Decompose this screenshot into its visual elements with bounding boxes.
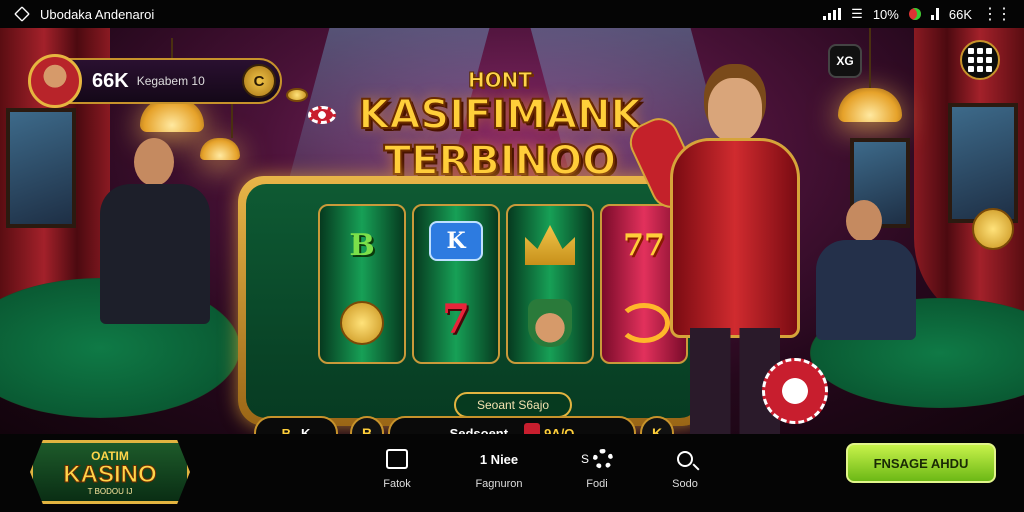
auto-spin-label: K [651, 425, 663, 434]
symbol-k: K [429, 221, 483, 261]
cell-icon [930, 8, 939, 20]
gold-coin-icon [286, 88, 308, 102]
share-label: XG [836, 54, 854, 68]
notification-dot-icon [908, 8, 921, 20]
character-face-icon [528, 299, 572, 347]
battery-text: 10% [872, 6, 899, 22]
wall-screen [6, 108, 76, 228]
reel-3[interactable] [506, 204, 594, 364]
player-name: Kegabem 10 [136, 74, 205, 88]
player-coins: 66K [92, 69, 129, 92]
chandelier-lamp [838, 28, 902, 122]
status-app-name: Ubodaka Andenaroi [40, 6, 155, 22]
photo-icon [386, 449, 408, 469]
nav-item-search[interactable]: Sodo [640, 446, 730, 490]
nav-label-search: Sodo [672, 478, 698, 490]
bet-plus-label: B [361, 425, 373, 434]
player-figure [812, 200, 922, 340]
app-icon [14, 6, 30, 22]
coin-shop-label: C [253, 72, 265, 90]
balance-bar: Sedsoent 9A/O [388, 416, 636, 434]
symbol-seven: 7 [442, 295, 470, 343]
play-now-button[interactable]: FNSAGE AHDU [846, 443, 996, 483]
nav-label-settings: Fodi [586, 478, 608, 490]
logo-line-2: KASINO [63, 461, 157, 488]
bet-value: K [301, 425, 311, 435]
gold-coin-icon [972, 208, 1014, 250]
logo-line-3: T BODOU IJ [87, 487, 133, 496]
reel-1[interactable]: B [318, 204, 406, 364]
select-label: Seoant S6ajo [476, 398, 550, 412]
select-tag[interactable]: Seoant S6ajo [454, 392, 572, 418]
game-title: HONT KASIFIMANK TERBINOO [340, 68, 660, 186]
title-line-1: KASIFIMANK [357, 91, 642, 139]
nav-item-settings[interactable]: S Fodi [552, 446, 642, 490]
dealer-figure [90, 138, 230, 338]
reel-2[interactable]: K 7 [412, 204, 500, 364]
symbol-b: B [349, 227, 375, 263]
status-bar: Ubodaka Andenaroi ☰ 10% 66K ⋮⋮ [0, 0, 1024, 28]
reels[interactable]: B K 7 77 [318, 204, 688, 364]
search-icon [677, 451, 693, 467]
player-badge[interactable]: 66K Kegabem 10 C [28, 54, 282, 108]
bet-control[interactable]: B K [254, 416, 338, 434]
wall-screen [948, 103, 1018, 223]
menu-grid-button[interactable] [960, 40, 1000, 80]
wifi-icon: ☰ [851, 6, 863, 21]
game-scene: 66K Kegabem 10 C XG HONT KASIFIMANK TERB… [0, 28, 1024, 434]
ticket-icon [524, 423, 541, 434]
avatar[interactable] [28, 54, 82, 108]
status-coins: 66K [948, 6, 972, 22]
coin-stack-icon [340, 301, 384, 345]
casino-logo[interactable]: OATIM KASINO T BODOU IJ [30, 440, 190, 504]
coin-shop-button[interactable]: C [242, 64, 276, 98]
nav-label-user: Fagnuron [475, 478, 523, 490]
slot-machine: B K 7 77 Seoant S6ajo [238, 176, 708, 426]
title-small: HONT [467, 68, 533, 93]
gear-icon [593, 449, 613, 469]
casino-chip-icon [762, 358, 828, 424]
play-now-label: FNSAGE AHDU [873, 455, 969, 471]
nav-item-photo[interactable]: Fatok [352, 446, 442, 490]
bet-icon: B [281, 425, 291, 435]
share-button[interactable]: XG [828, 44, 862, 78]
nav-item-user[interactable]: 1 Niee Fagnuron [454, 446, 544, 491]
settings-prefix: S [580, 452, 589, 466]
win-value: 9A/O [544, 425, 575, 435]
user-icon: 1 Niee [479, 451, 519, 467]
casino-chip-icon [308, 106, 336, 124]
balance-label: Sedsoent [449, 425, 509, 435]
signal-icon [823, 8, 842, 20]
dots-icon[interactable]: ⋮⋮ [982, 4, 1012, 24]
crown-icon [525, 225, 575, 265]
nav-label-photo: Fatok [383, 478, 411, 490]
